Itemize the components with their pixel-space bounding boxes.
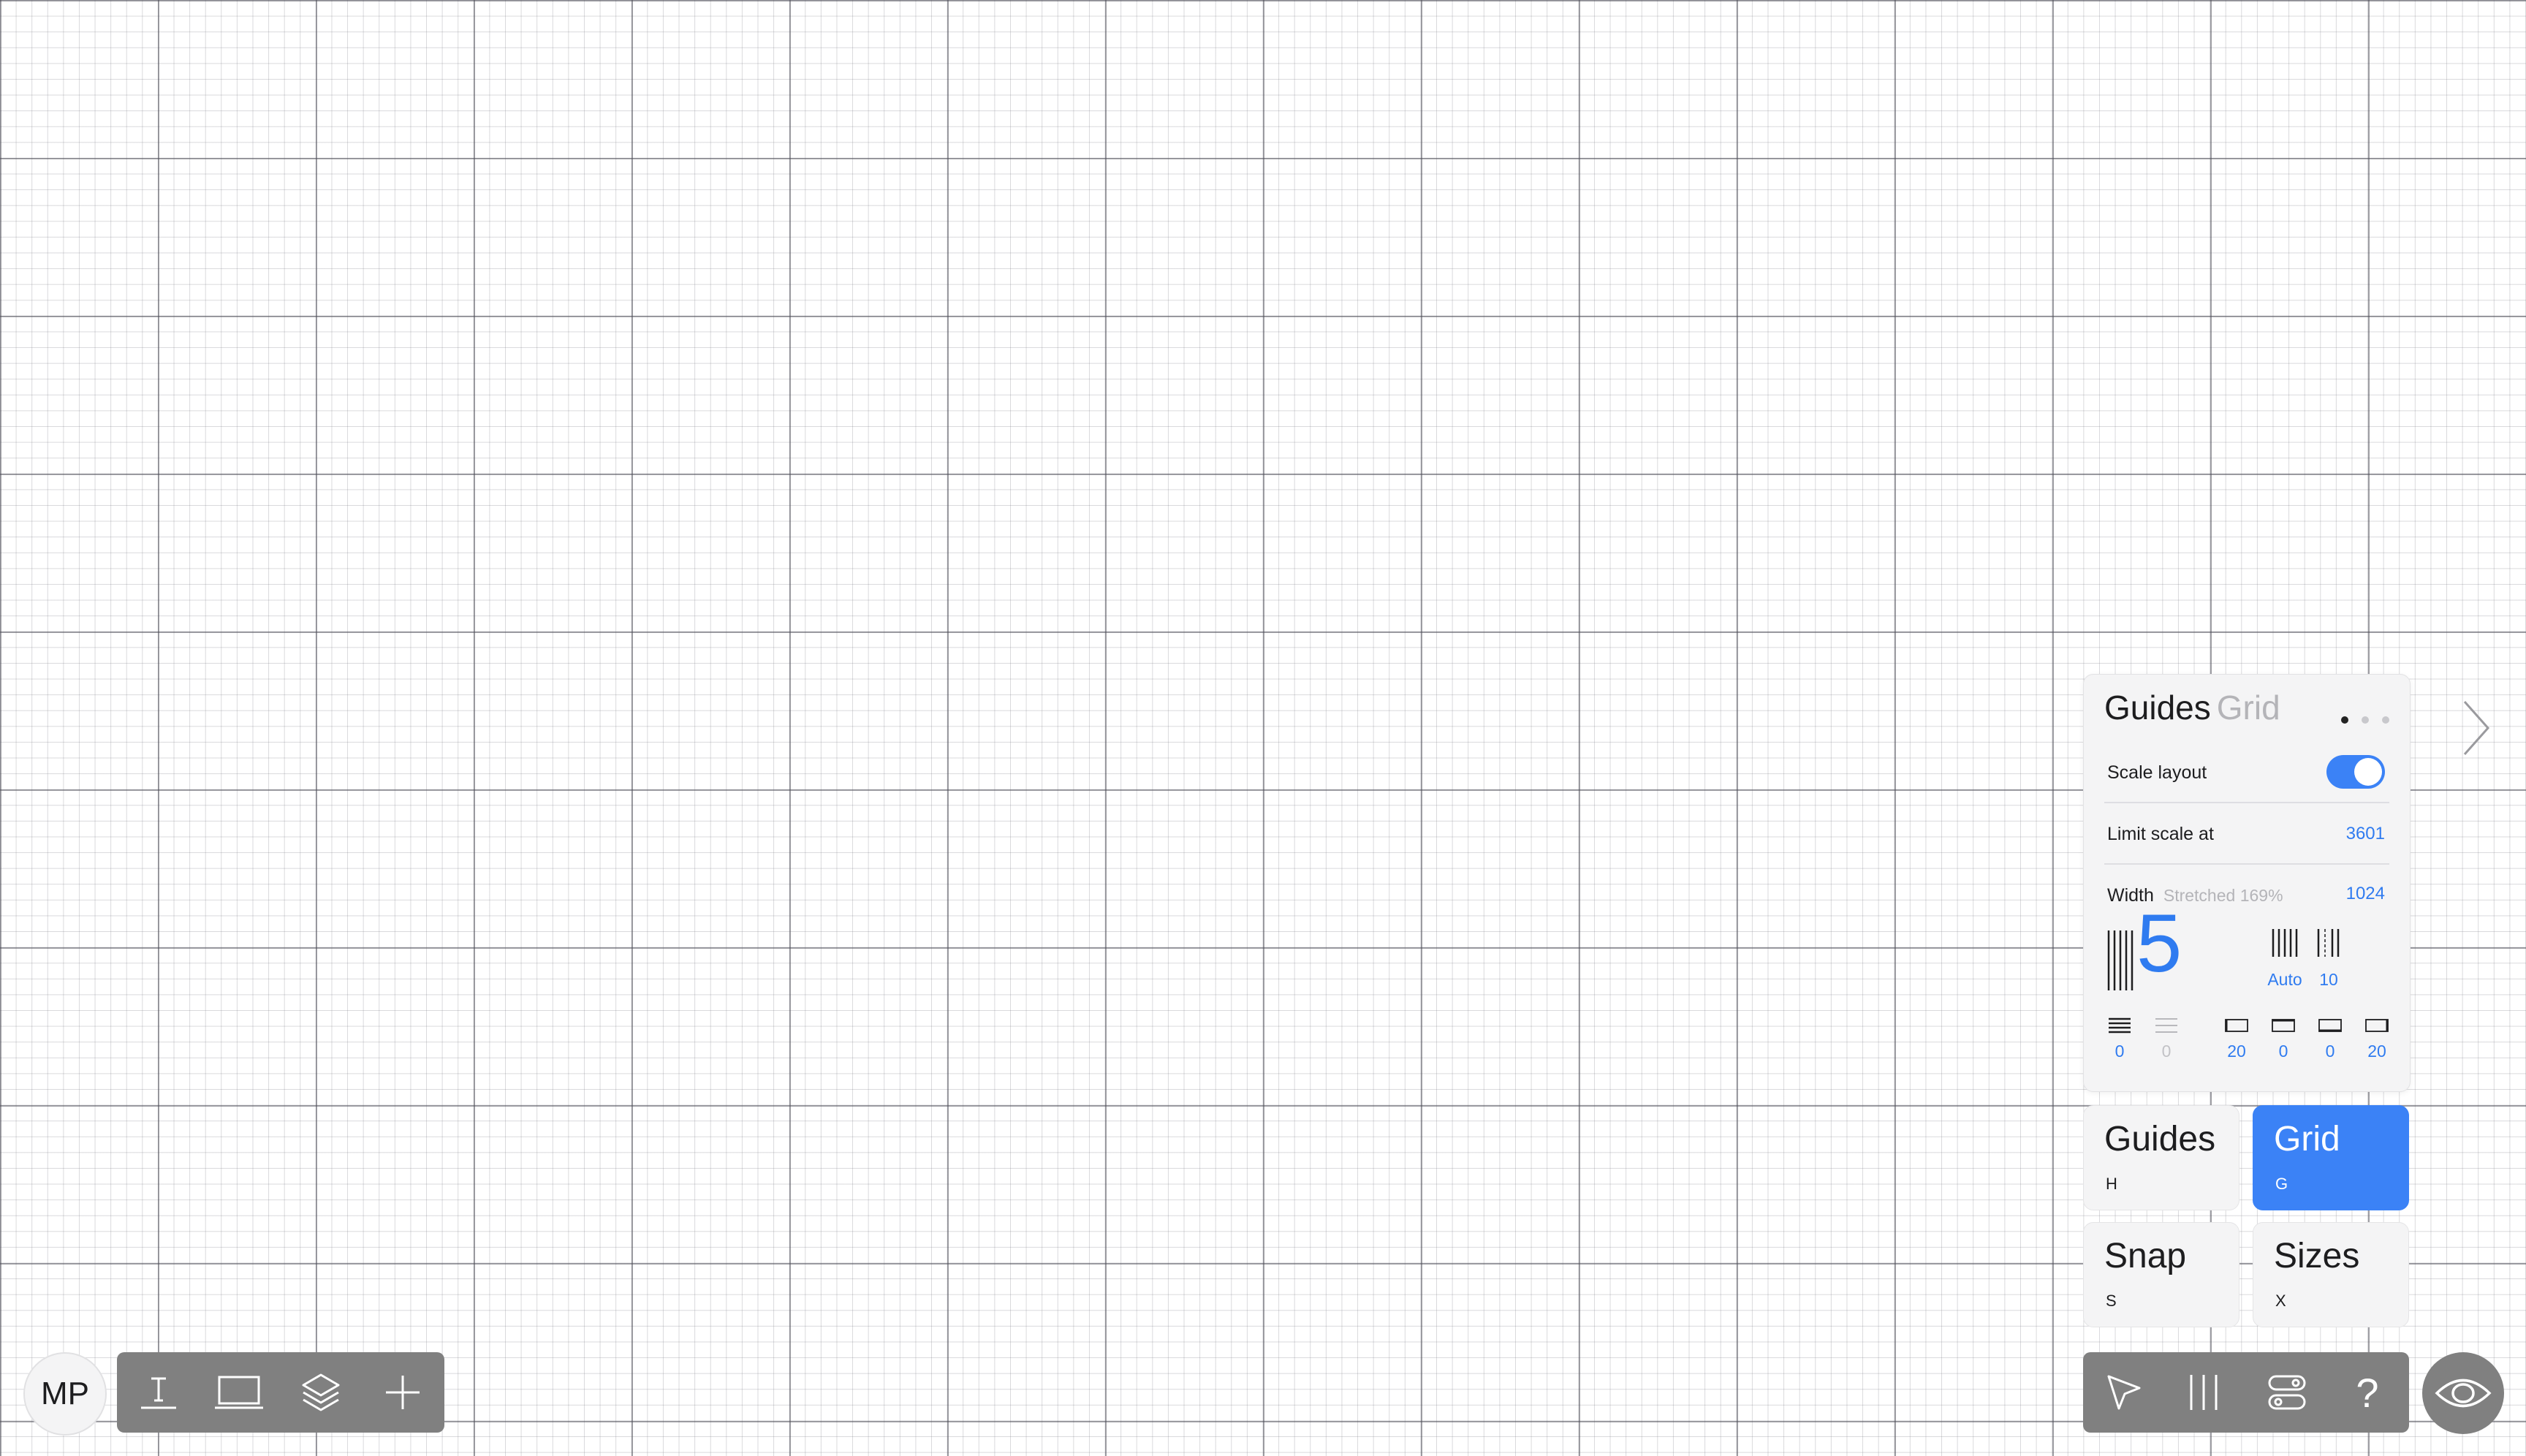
panel-title-grid[interactable]: Grid (2217, 689, 2280, 727)
laptop-icon[interactable] (199, 1352, 279, 1433)
divider (2104, 863, 2389, 865)
margin-bottom-icon (2318, 1017, 2343, 1038)
row-gutter-value[interactable]: 0 (2154, 1042, 2179, 1061)
column-gutter-value[interactable]: 10 (2316, 970, 2341, 990)
width-value[interactable]: 1024 (2346, 884, 2385, 904)
text-baseline-icon[interactable] (118, 1352, 199, 1433)
limit-scale-label: Limit scale at (2107, 824, 2214, 844)
rows-icon (2107, 1017, 2132, 1038)
sizes-tile-shortcut: X (2275, 1292, 2286, 1310)
divider (2104, 802, 2389, 803)
panel-title: Guides Grid (2104, 688, 2280, 727)
columns-icon[interactable] (2163, 1352, 2244, 1433)
margin-left-value[interactable]: 20 (2224, 1042, 2249, 1061)
preview-eye-button[interactable] (2422, 1352, 2504, 1434)
left-toolbar (117, 1352, 444, 1433)
sizes-tile[interactable]: Sizes X (2253, 1222, 2409, 1327)
rows-value[interactable]: 0 (2107, 1042, 2132, 1061)
eye-icon (2435, 1379, 2492, 1408)
margin-top-value[interactable]: 0 (2271, 1042, 2296, 1061)
margin-top-icon (2271, 1017, 2296, 1038)
column-width-value[interactable]: Auto (2262, 970, 2307, 990)
sizes-tile-label: Sizes (2274, 1237, 2360, 1275)
columns-count[interactable]: 5 (2136, 903, 2182, 985)
cursor-icon[interactable] (2083, 1352, 2163, 1433)
guides-settings-panel: Guides Grid Scale layout Limit scale at 3… (2083, 674, 2411, 1092)
limit-scale-value[interactable]: 3601 (2346, 824, 2385, 844)
guides-tile-label: Guides (2104, 1120, 2216, 1159)
right-toolbar: ? (2083, 1352, 2409, 1433)
guides-tile-shortcut: H (2106, 1175, 2117, 1193)
help-icon[interactable]: ? (2327, 1352, 2408, 1433)
column-gutter-icon (2316, 928, 2341, 962)
margin-left-icon (2224, 1017, 2249, 1038)
page-dots[interactable] (2328, 714, 2389, 727)
guides-tile[interactable]: Guides H (2083, 1105, 2239, 1210)
page-dot-2[interactable] (2362, 716, 2369, 724)
layers-icon[interactable] (281, 1352, 361, 1433)
scale-layout-label: Scale layout (2107, 762, 2207, 783)
page-dot-3[interactable] (2382, 716, 2389, 724)
plus-icon[interactable] (363, 1352, 443, 1433)
grid-tile-shortcut: G (2275, 1175, 2288, 1193)
panel-title-guides[interactable]: Guides (2104, 689, 2211, 727)
margin-right-value[interactable]: 20 (2364, 1042, 2389, 1061)
margin-bottom-value[interactable]: 0 (2318, 1042, 2343, 1061)
snap-tile[interactable]: Snap S (2083, 1222, 2239, 1327)
toggles-icon[interactable] (2247, 1352, 2327, 1433)
column-width-icon (2271, 928, 2299, 962)
snap-tile-shortcut: S (2106, 1292, 2117, 1310)
row-gutter-icon (2154, 1017, 2179, 1038)
grid-tile-label: Grid (2274, 1120, 2340, 1159)
columns-count-icon (2106, 929, 2135, 996)
next-chevron-icon[interactable] (2457, 699, 2494, 757)
grid-tile[interactable]: Grid G (2253, 1105, 2409, 1210)
margin-right-icon (2364, 1017, 2389, 1038)
scale-layout-toggle[interactable] (2326, 755, 2385, 789)
user-avatar[interactable]: MP (23, 1352, 107, 1436)
snap-tile-label: Snap (2104, 1237, 2187, 1275)
width-label: Width Stretched 169% (2107, 885, 2283, 906)
page-dot-1[interactable] (2341, 716, 2348, 724)
